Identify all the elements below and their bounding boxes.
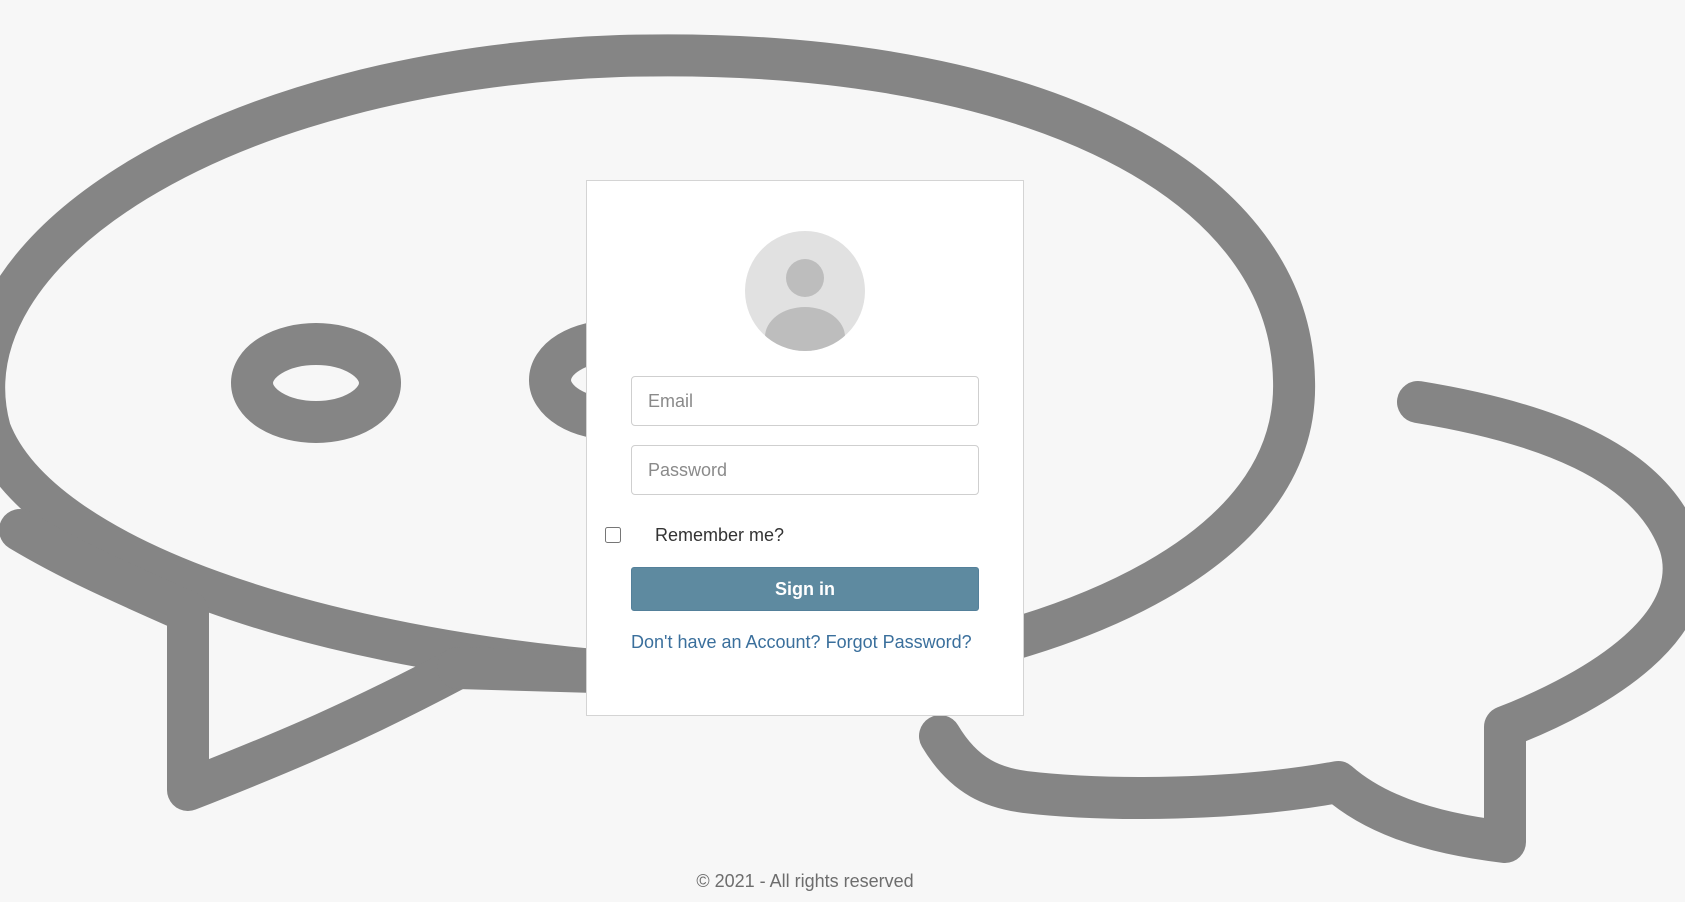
remember-me-checkbox[interactable]: [605, 527, 621, 543]
email-field[interactable]: [631, 376, 979, 426]
register-link[interactable]: Don't have an Account?: [631, 632, 821, 652]
avatar-head: [786, 259, 824, 297]
remember-me-label[interactable]: Remember me?: [655, 525, 784, 546]
password-field[interactable]: [631, 445, 979, 495]
forgot-password-link[interactable]: Forgot Password?: [826, 632, 972, 652]
footer-copyright: © 2021 - All rights reserved: [696, 871, 914, 891]
user-avatar-icon: [745, 231, 865, 351]
sign-in-button[interactable]: Sign in: [631, 567, 979, 611]
login-card: Remember me? Sign in Don't have an Accou…: [586, 180, 1024, 716]
avatar-body: [765, 307, 845, 351]
account-links: Don't have an Account? Forgot Password?: [631, 632, 972, 653]
remember-me-row: Remember me?: [605, 521, 784, 549]
bubble-dot-1: [231, 323, 401, 443]
